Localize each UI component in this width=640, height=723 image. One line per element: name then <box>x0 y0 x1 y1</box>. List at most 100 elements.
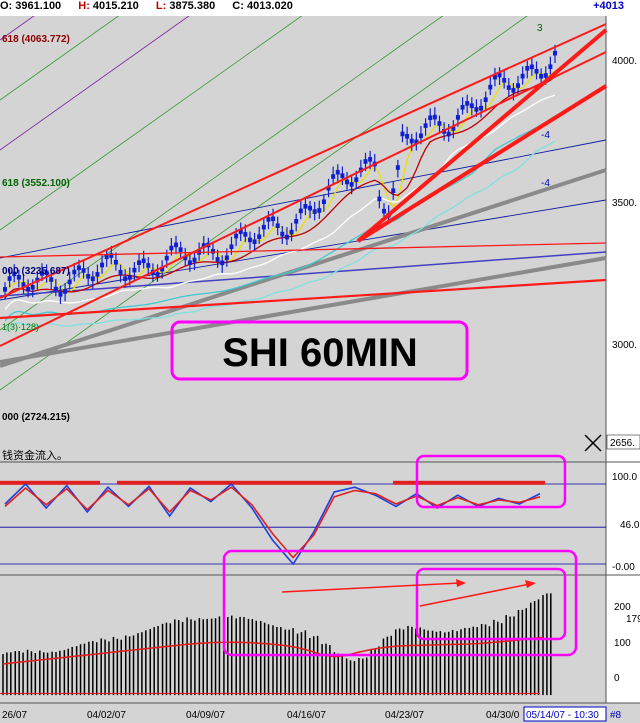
price-candle <box>525 65 530 71</box>
header-right-value: +4013 <box>593 0 624 12</box>
price-candle <box>321 199 326 205</box>
wave-label-3: 3 <box>537 23 543 34</box>
price-candle <box>271 216 276 222</box>
fib-label-1: 618 (4063.772) <box>2 34 70 45</box>
price-candle <box>423 123 428 128</box>
price-candle <box>284 234 289 240</box>
price-candle <box>266 217 271 222</box>
close-value: 4013.020 <box>246 0 293 12</box>
price-candle <box>81 268 86 273</box>
price-candle <box>437 121 442 126</box>
close-label: C: <box>232 0 244 12</box>
price-candle <box>516 83 521 88</box>
price-candle <box>349 182 354 187</box>
date-label-2: 04/02/07 <box>87 710 126 721</box>
price-candle <box>377 196 382 202</box>
price-candle <box>187 260 192 265</box>
fib-label-3: 000 (3235.687) <box>2 266 70 277</box>
osc-tick-100: 100.0 <box>612 472 637 483</box>
price-candle <box>345 179 350 185</box>
price-candle <box>90 276 95 282</box>
price-candle <box>257 234 262 239</box>
price-candle <box>303 204 308 209</box>
price-candle <box>294 219 299 224</box>
price-candle <box>146 263 151 268</box>
vol-tick-179: 179 <box>626 614 640 625</box>
price-candle <box>520 73 525 79</box>
price-candle <box>49 277 54 282</box>
price-candle <box>511 88 516 93</box>
price-candle <box>127 275 132 280</box>
price-candle <box>469 103 474 109</box>
price-candle <box>123 276 128 281</box>
price-tick-3500: 3500. <box>612 198 637 209</box>
price-candle <box>506 85 511 90</box>
price-candle <box>405 134 410 139</box>
price-candle <box>391 188 396 194</box>
price-candle <box>553 50 557 56</box>
high-label: H: <box>78 0 90 12</box>
date-label-4: 04/16/07 <box>287 710 326 721</box>
price-tick-3000: 3000. <box>612 340 637 351</box>
price-candle <box>488 84 493 90</box>
wave-label-minus4-a: -4 <box>541 130 550 141</box>
price-candle <box>169 245 174 251</box>
date-label-6: 04/30/0 <box>486 710 520 721</box>
price-candle <box>483 97 488 102</box>
price-candle <box>178 247 183 252</box>
price-candle <box>418 133 423 139</box>
price-tick-4000: 4000. <box>612 56 637 67</box>
price-candle <box>224 255 229 261</box>
price-candle <box>58 292 63 297</box>
price-candle <box>220 260 225 266</box>
fib-label-2: 618 (3552.100) <box>2 178 70 189</box>
price-candle <box>502 77 507 83</box>
low-label: L: <box>155 0 167 12</box>
price-candle <box>72 269 77 275</box>
price-candle <box>331 174 336 179</box>
price-candle <box>317 208 322 213</box>
price-candle <box>247 237 252 243</box>
price-candle <box>465 101 470 106</box>
price-candle <box>543 73 548 78</box>
open-label: O: <box>0 0 13 12</box>
price-candle <box>539 73 544 79</box>
price-candle <box>312 209 317 214</box>
date-label-1: 26/07 <box>2 710 27 721</box>
price-candle <box>252 239 257 245</box>
price-candle <box>529 64 534 70</box>
price-tick-current: 2656. <box>610 438 635 449</box>
price-candle <box>30 285 35 290</box>
fib-label-partial: 1(3)·128) <box>2 322 39 332</box>
price-candle <box>479 105 484 111</box>
price-candle <box>174 242 179 248</box>
price-candle <box>298 208 303 214</box>
price-candle <box>100 262 105 268</box>
price-candle <box>381 208 386 214</box>
price-candle <box>428 115 433 121</box>
fib-label-4: 000 (2724.215) <box>2 412 70 423</box>
chart-window: O: 3961.100 H: 4015.210 L: 3875.380 C: 4… <box>0 0 640 723</box>
price-candle <box>229 244 234 250</box>
vol-tick-200: 200 <box>614 602 631 613</box>
price-candle <box>192 257 197 263</box>
price-candle <box>53 286 58 292</box>
price-candle <box>95 272 100 277</box>
price-candle <box>67 279 72 285</box>
price-candle <box>137 260 142 266</box>
price-candle <box>474 107 479 112</box>
price-candle <box>113 259 118 265</box>
bar-count-label: #8 <box>610 710 622 721</box>
price-candle <box>86 274 91 279</box>
vol-tick-100: 100 <box>614 638 631 649</box>
price-candle <box>409 138 414 144</box>
price-candle <box>26 287 31 292</box>
price-candle <box>354 177 359 182</box>
chart-banner: SHI 60MIN <box>222 331 418 375</box>
price-candle <box>210 248 215 254</box>
price-candle <box>335 169 340 175</box>
price-candle <box>548 64 553 69</box>
price-candle <box>446 131 451 137</box>
price-candle <box>3 287 7 292</box>
osc-signal-bar <box>0 480 100 485</box>
